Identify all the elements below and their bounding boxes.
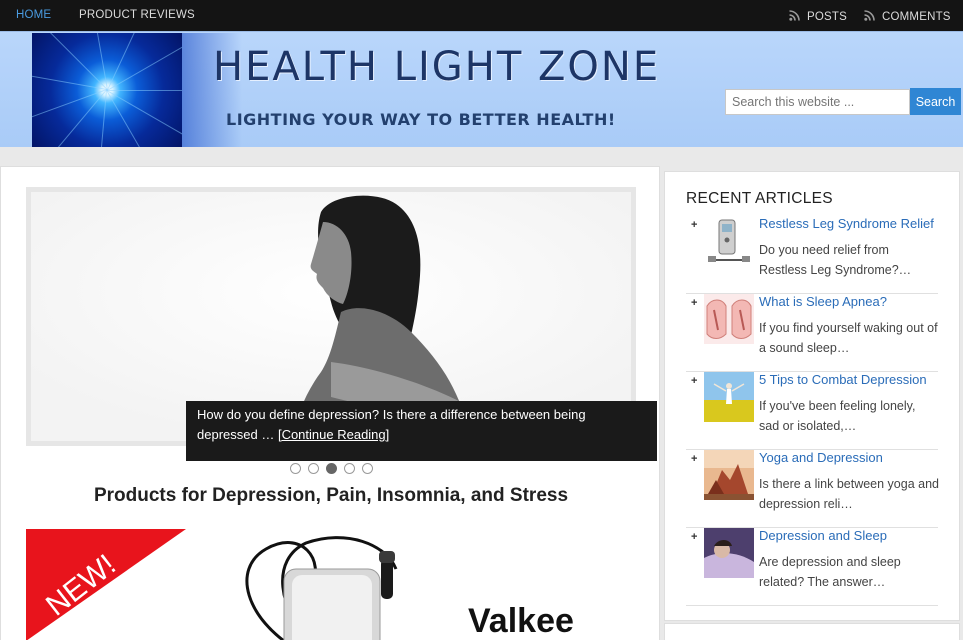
article-title-link[interactable]: Yoga and Depression (759, 450, 939, 465)
plus-bullet-icon: + (691, 531, 698, 543)
recent-article-item: + What is Sleep Apnea? If you find yours… (686, 294, 938, 372)
slider-dot-2[interactable] (308, 463, 319, 474)
woman-in-field-thumbnail[interactable] (704, 372, 754, 422)
article-title-link[interactable]: Restless Leg Syndrome Relief (759, 216, 939, 231)
sleeping-person-thumbnail[interactable] (704, 528, 754, 578)
article-excerpt: Is there a link between yoga and depress… (759, 477, 939, 511)
slider-dot-5[interactable] (362, 463, 373, 474)
article-excerpt: Are depression and sleep related? The an… (759, 555, 901, 589)
search-button[interactable]: Search (910, 88, 961, 115)
recent-article-item: + 5 Tips to Combat Depression If you've … (686, 372, 938, 450)
article-title-link[interactable]: 5 Tips to Combat Depression (759, 372, 939, 387)
search-input[interactable] (725, 89, 910, 115)
nav-comments-link[interactable]: COMMENTS (864, 9, 951, 23)
recent-articles-heading: RECENT ARTICLES (686, 190, 833, 207)
recent-article-item: + Yoga and Depression Is there a link be… (686, 450, 939, 528)
recent-article-item: + Restless Leg Syndrome Relief Do you ne… (686, 216, 938, 294)
article-title-link[interactable]: What is Sleep Apnea? (759, 294, 939, 309)
slider-dot-1[interactable] (290, 463, 301, 474)
rss-icon (789, 10, 800, 21)
rss-icon (864, 10, 875, 21)
plus-bullet-icon: + (691, 375, 698, 387)
light-burst-logo[interactable] (32, 33, 182, 147)
products-heading: Products for Depression, Pain, Insomnia,… (93, 485, 569, 506)
plus-bullet-icon: + (691, 297, 698, 309)
continue-reading-link[interactable]: [Continue Reading] (278, 427, 389, 442)
slide-caption: How do you define depression? Is there a… (186, 401, 657, 461)
yoga-class-thumbnail[interactable] (704, 450, 754, 500)
top-navigation-bar: HOME PRODUCT REVIEWS POSTS COMMENTS (0, 0, 963, 31)
nav-product-reviews-link[interactable]: PRODUCT REVIEWS (79, 9, 195, 21)
slider-dot-4[interactable] (344, 463, 355, 474)
product-promo-banner[interactable]: NEW! Valkee (26, 529, 636, 640)
site-tagline: LIGHTING YOUR WAY TO BETTER HEALTH! (226, 110, 616, 129)
recent-article-item: + Depression and Sleep Are depression an… (686, 528, 938, 606)
promo-brand: Valkee (468, 602, 574, 640)
plus-bullet-icon: + (691, 453, 698, 465)
site-title[interactable]: HEALTH LIGHT ZONE (213, 44, 660, 90)
article-excerpt: If you find yourself waking out of a sou… (759, 321, 938, 355)
nav-posts-link[interactable]: POSTS (789, 9, 847, 23)
article-title-link[interactable]: Depression and Sleep (759, 528, 939, 543)
slide-caption-text: How do you define depression? Is there a… (197, 407, 586, 442)
sidebar: RECENT ARTICLES + Restless Leg Syndrome … (664, 171, 960, 621)
nav-comments-label: COMMENTS (882, 11, 951, 23)
nav-home-link[interactable]: HOME (16, 9, 51, 21)
plus-bullet-icon: + (691, 219, 698, 231)
article-excerpt: Do you need relief from Restless Leg Syn… (759, 243, 912, 277)
sidebar-widget (664, 623, 960, 640)
featured-slider: How do you define depression? Is there a… (26, 187, 657, 461)
main-content: How do you define depression? Is there a… (0, 166, 660, 640)
article-excerpt: If you've been feeling lonely, sad or is… (759, 399, 916, 433)
tens-device-thumbnail[interactable] (704, 216, 754, 266)
nav-posts-label: POSTS (807, 11, 847, 23)
slider-dot-3[interactable] (326, 463, 337, 474)
airway-diagram-thumbnail[interactable] (704, 294, 754, 344)
